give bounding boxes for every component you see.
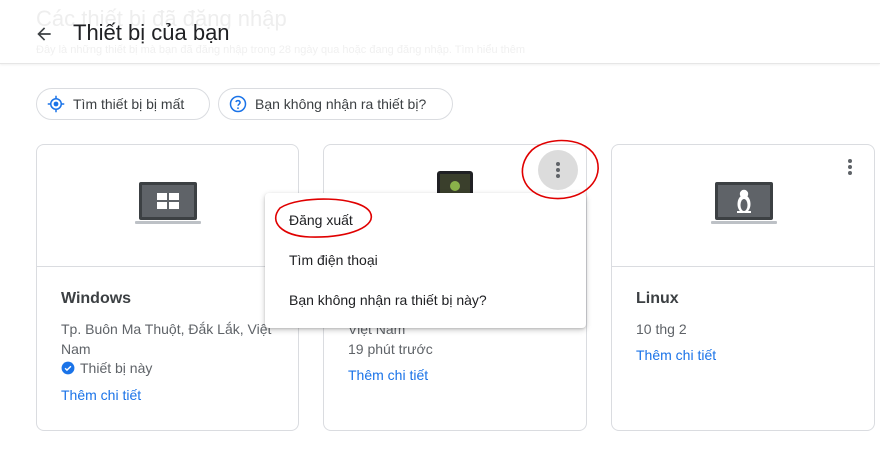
more-details-link[interactable]: Thêm chi tiết: [61, 387, 141, 403]
device-options-button[interactable]: [538, 150, 578, 190]
device-last-active: 10 thg 2: [636, 321, 687, 337]
linux-laptop-icon: [711, 182, 777, 224]
more-vert-icon: [848, 159, 852, 175]
locate-icon: [47, 95, 65, 113]
more-vert-icon: [556, 162, 560, 178]
menu-item-dont-recognize[interactable]: Bạn không nhận ra thiết bị này?: [265, 280, 586, 320]
windows-laptop-icon: [135, 182, 201, 224]
more-details-link[interactable]: Thêm chi tiết: [636, 347, 716, 363]
help-circle-icon: [229, 95, 247, 113]
back-button[interactable]: [30, 20, 58, 48]
verified-check-icon: [61, 361, 75, 375]
find-lost-device-chip[interactable]: Tìm thiết bị bị mất: [36, 88, 210, 120]
this-device-badge: Thiết bị này: [61, 358, 152, 378]
device-name: Linux: [636, 290, 679, 307]
device-name: Windows: [61, 290, 132, 307]
device-location-cont: Nam: [61, 341, 91, 357]
page-title: Thiết bị của bạn: [73, 20, 230, 45]
unrecognized-device-chip[interactable]: Bạn không nhận ra thiết bị?: [218, 88, 453, 120]
menu-item-find-phone[interactable]: Tìm điện thoại: [265, 240, 586, 280]
chip-label: Tìm thiết bị bị mất: [73, 96, 185, 112]
menu-item-sign-out[interactable]: Đăng xuất: [265, 200, 586, 240]
more-details-link[interactable]: Thêm chi tiết: [348, 367, 428, 383]
device-card-windows[interactable]: Windows Tp. Buôn Ma Thuột, Đắk Lắk, Việt…: [36, 144, 299, 431]
device-card-linux[interactable]: Linux 10 thg 2 Thêm chi tiết: [611, 144, 875, 431]
badge-label: Thiết bị này: [80, 360, 153, 376]
chip-label: Bạn không nhận ra thiết bị?: [255, 96, 427, 112]
device-options-menu: Đăng xuất Tìm điện thoại Bạn không nhận …: [265, 193, 586, 328]
device-image-area: [37, 145, 298, 267]
arrow-back-icon: [37, 27, 51, 41]
device-options-button[interactable]: [830, 147, 870, 187]
device-last-active: 19 phút trước: [348, 341, 433, 357]
top-bar: Thiết bị của bạn: [0, 0, 880, 64]
device-location: Tp. Buôn Ma Thuột, Đắk Lắk, Việt: [61, 321, 272, 337]
